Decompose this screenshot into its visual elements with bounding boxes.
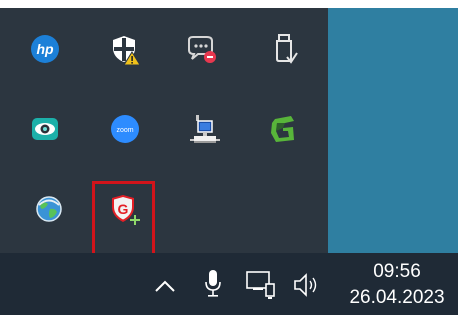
volume-button[interactable] bbox=[288, 265, 324, 305]
hp-icon[interactable]: hp bbox=[24, 28, 66, 70]
chevron-up-icon bbox=[155, 280, 175, 292]
eye-monitor-icon[interactable] bbox=[24, 108, 66, 150]
show-hidden-icons-button[interactable] bbox=[150, 269, 180, 303]
microphone-button[interactable] bbox=[198, 263, 228, 305]
zoom-icon[interactable]: zoom bbox=[104, 108, 146, 150]
desktop-background bbox=[328, 8, 458, 253]
usb-safely-remove-icon[interactable] bbox=[264, 28, 306, 70]
network-wired-icon bbox=[246, 271, 275, 299]
hp-logo-text: hp bbox=[36, 41, 54, 57]
globe-icon[interactable] bbox=[28, 188, 70, 230]
windows-security-warning-icon[interactable] bbox=[104, 28, 146, 70]
clock-date: 26.04.2023 bbox=[349, 287, 445, 308]
screen: hp zoom G 09:56 26.04.2023 bbox=[0, 0, 458, 325]
green-g-app-icon[interactable] bbox=[262, 108, 304, 150]
network-status-button[interactable] bbox=[240, 265, 280, 305]
selection-highlight-box bbox=[92, 181, 155, 261]
chat-notification-icon[interactable] bbox=[180, 28, 222, 70]
zoom-logo-text: zoom bbox=[116, 127, 133, 134]
tray-overflow-flyout: hp zoom G bbox=[0, 8, 328, 261]
clock-time: 09:56 bbox=[373, 261, 421, 282]
speaker-icon bbox=[294, 273, 317, 297]
taskbar: 09:56 26.04.2023 bbox=[0, 253, 458, 315]
network-computer-icon[interactable] bbox=[184, 108, 226, 150]
microphone-icon bbox=[205, 270, 221, 297]
taskbar-clock[interactable]: 09:56 26.04.2023 bbox=[338, 256, 456, 314]
